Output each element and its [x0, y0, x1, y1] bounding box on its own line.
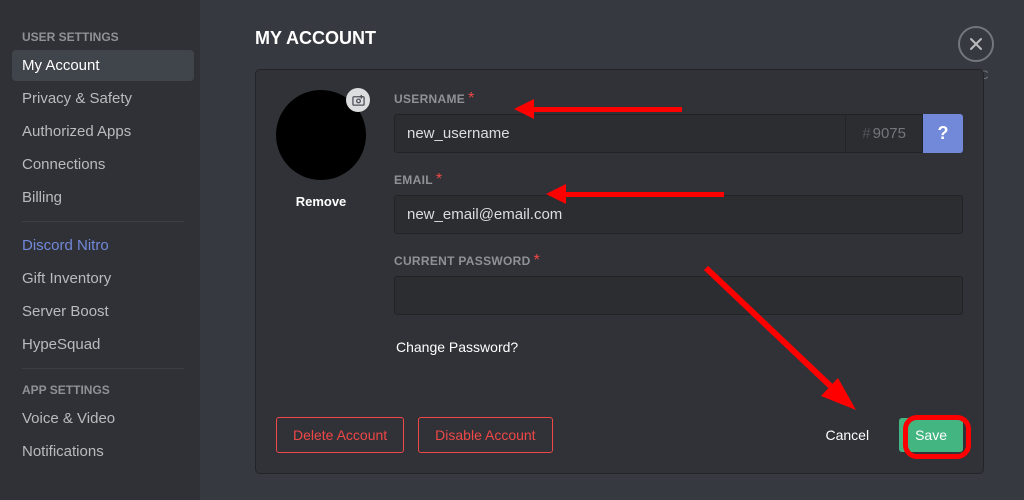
required-indicator: * [468, 90, 474, 107]
sidebar-item-label: Connections [22, 156, 105, 173]
sidebar-divider [22, 368, 184, 369]
sidebar-item-privacy[interactable]: Privacy & Safety [12, 83, 194, 114]
save-button[interactable]: Save [899, 418, 963, 452]
sidebar-item-label: Voice & Video [22, 410, 115, 427]
avatar[interactable] [276, 90, 366, 180]
sidebar-item-notifications[interactable]: Notifications [12, 436, 194, 467]
sidebar-item-label: Authorized Apps [22, 123, 131, 140]
settings-sidebar: User Settings My Account Privacy & Safet… [0, 0, 200, 500]
close-button[interactable] [958, 26, 994, 62]
username-label: Username [394, 92, 465, 106]
required-indicator: * [534, 252, 540, 269]
sidebar-item-my-account[interactable]: My Account [12, 50, 194, 81]
page-title: My Account [255, 28, 984, 49]
email-input[interactable] [394, 195, 963, 234]
sidebar-item-label: Billing [22, 189, 62, 206]
delete-account-button[interactable]: Delete Account [276, 417, 404, 453]
current-password-input[interactable] [394, 276, 963, 315]
upload-image-icon [352, 94, 365, 107]
sidebar-item-nitro[interactable]: Discord Nitro [12, 230, 194, 261]
remove-avatar-link[interactable]: Remove [276, 194, 366, 209]
sidebar-item-server-boost[interactable]: Server Boost [12, 296, 194, 327]
sidebar-item-label: Discord Nitro [22, 237, 109, 254]
sidebar-heading-app: App Settings [12, 377, 194, 403]
email-field-block: Email* [394, 171, 963, 234]
sidebar-item-billing[interactable]: Billing [12, 182, 194, 213]
sidebar-item-voice-video[interactable]: Voice & Video [12, 403, 194, 434]
fields-column: Username* #9075 ? Email* Current Passwor… [394, 90, 963, 361]
email-label: Email [394, 173, 433, 187]
password-field-block: Current Password* [394, 252, 963, 315]
sidebar-item-label: HypeSquad [22, 336, 100, 353]
required-indicator: * [436, 171, 442, 188]
account-card: Remove Username* #9075 ? Email* Curren [255, 69, 984, 474]
danger-actions: Delete Account Disable Account [276, 417, 553, 453]
discriminator-display: #9075 [846, 114, 923, 153]
question-icon: ? [938, 123, 949, 144]
discriminator-value: 9075 [873, 125, 906, 142]
card-footer: Delete Account Disable Account Cancel Sa… [276, 413, 963, 453]
sidebar-heading-user: User Settings [12, 24, 194, 50]
sidebar-item-hypesquad[interactable]: HypeSquad [12, 329, 194, 360]
close-icon [968, 36, 984, 52]
sidebar-item-label: Gift Inventory [22, 270, 111, 287]
sidebar-divider [22, 221, 184, 222]
sidebar-item-gift-inventory[interactable]: Gift Inventory [12, 263, 194, 294]
username-input[interactable] [394, 114, 846, 153]
main-content: My Account ESC Remove Username* [200, 0, 1024, 500]
change-password-link[interactable]: Change Password? [394, 333, 520, 361]
sidebar-item-label: Privacy & Safety [22, 90, 132, 107]
discriminator-help-button[interactable]: ? [923, 114, 963, 153]
sidebar-item-connections[interactable]: Connections [12, 149, 194, 180]
hash-icon: # [862, 125, 870, 142]
sidebar-item-authorized-apps[interactable]: Authorized Apps [12, 116, 194, 147]
sidebar-item-label: Notifications [22, 443, 104, 460]
username-field-block: Username* #9075 ? [394, 90, 963, 153]
upload-avatar-button[interactable] [346, 88, 370, 112]
sidebar-item-label: Server Boost [22, 303, 109, 320]
avatar-column: Remove [276, 90, 366, 361]
password-label: Current Password [394, 254, 531, 268]
sidebar-item-label: My Account [22, 57, 100, 74]
disable-account-button[interactable]: Disable Account [418, 417, 552, 453]
cancel-button[interactable]: Cancel [809, 418, 885, 452]
primary-actions: Cancel Save [809, 418, 963, 452]
